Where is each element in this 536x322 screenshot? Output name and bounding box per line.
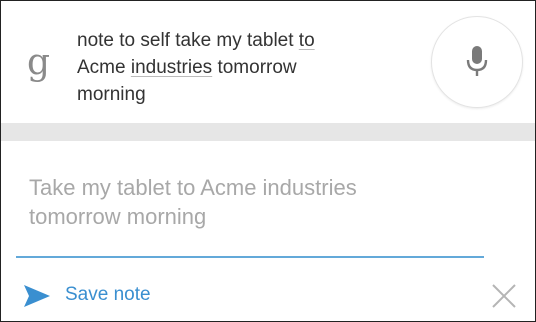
save-note-label: Save note (65, 284, 151, 305)
voice-search-bar: g note to self take my tablet to Acme in… (1, 1, 535, 123)
microphone-button[interactable] (431, 16, 523, 108)
microphone-icon (466, 46, 488, 76)
query-text: Acme (77, 57, 131, 78)
note-text-line: Take my tablet to Acme industries (29, 175, 357, 200)
query-text: industries (130, 57, 213, 78)
voice-note-window: g note to self take my tablet to Acme in… (0, 0, 536, 322)
query-text: note to self take my tablet (77, 30, 299, 51)
note-card: Take my tablet to Acme industries tomorr… (1, 141, 535, 321)
query-text: morning (77, 84, 146, 105)
google-logo: g (27, 42, 51, 83)
close-icon (492, 284, 516, 308)
section-divider (1, 123, 535, 141)
close-button[interactable] (491, 283, 517, 309)
note-actions: Save note (1, 273, 535, 317)
note-text-line: tomorrow morning (29, 204, 207, 229)
query-text: tomorrow (212, 57, 297, 78)
recognized-query[interactable]: note to self take my tablet to Acme indu… (77, 27, 407, 108)
note-text-field[interactable]: Take my tablet to Acme industries tomorr… (29, 173, 489, 231)
query-text: to (298, 30, 315, 51)
note-field-underline (16, 256, 484, 258)
send-arrow-icon (24, 285, 50, 307)
